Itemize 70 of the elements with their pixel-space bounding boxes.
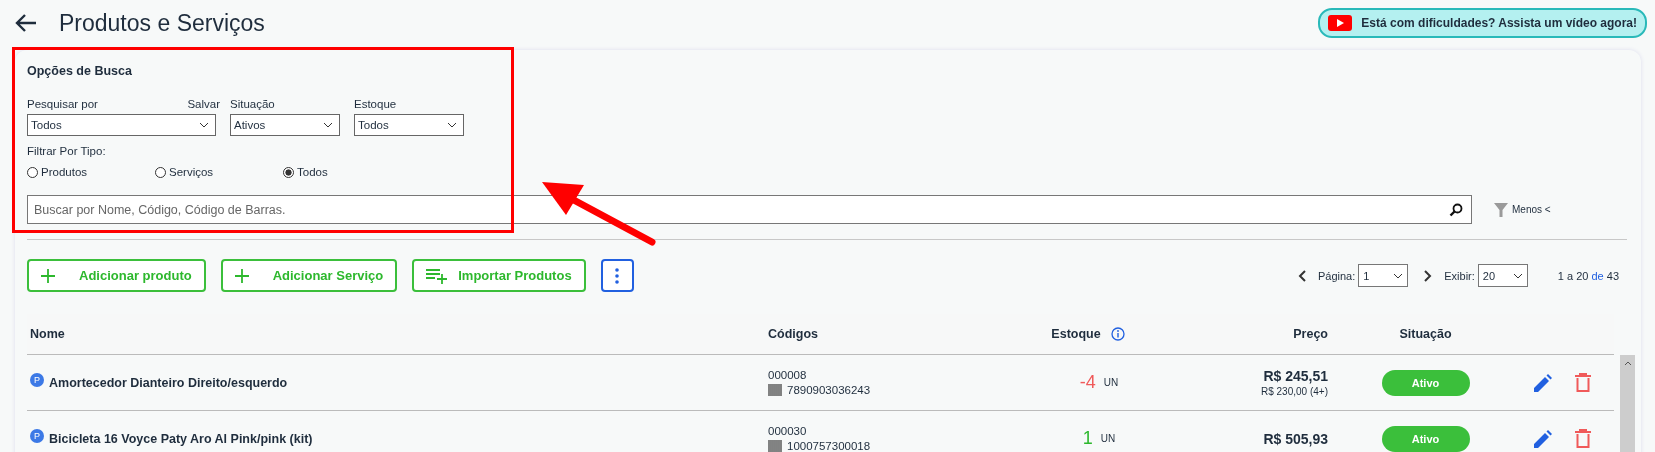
stock-unit: UN: [1100, 433, 1116, 444]
chevron-down-icon: [1512, 272, 1523, 279]
chevron-down-icon: [199, 122, 209, 128]
radio-label[interactable]: Todos: [297, 166, 328, 178]
radio-label[interactable]: Produtos: [41, 166, 88, 178]
next-page-icon[interactable]: [1424, 269, 1433, 282]
radio-button[interactable]: [155, 166, 166, 178]
toggle-filters-link[interactable]: Menos <: [1512, 204, 1551, 215]
help-video-button[interactable]: Está com dificuldades? Assista um vídeo agora!: [1318, 8, 1647, 38]
back-arrow-icon[interactable]: [15, 14, 37, 32]
product-code: 000030: [768, 425, 808, 437]
filter-select[interactable]: Todos: [354, 114, 464, 136]
chevron-down-icon: [1393, 272, 1404, 279]
page-title: Produtos e Serviços: [59, 9, 265, 37]
info-icon[interactable]: [1110, 327, 1125, 341]
price: R$ 245,51: [1263, 368, 1328, 384]
trash-icon[interactable]: [1575, 429, 1591, 448]
product-code: 000008: [768, 369, 808, 381]
price: R$ 505,93: [1263, 430, 1328, 447]
filter-label: Filtrar Por Tipo:: [27, 145, 107, 157]
filter-select[interactable]: Todos: [27, 114, 216, 136]
price-note: R$ 230,00 (4+): [1261, 386, 1328, 397]
save-link[interactable]: Salvar: [187, 98, 220, 110]
trash-icon[interactable]: [1575, 373, 1591, 392]
page-size-select[interactable]: 20: [1477, 264, 1528, 287]
page-range: 1 a 20 de 43: [1557, 269, 1619, 282]
scrollbar[interactable]: [1620, 355, 1635, 452]
more-vertical-icon: [615, 267, 620, 284]
chevron-down-icon: [323, 122, 333, 128]
scroll-up-icon[interactable]: [1623, 361, 1632, 366]
column-header: Nome: [30, 327, 66, 341]
search-icon: [1449, 202, 1463, 217]
column-header: Preço: [1292, 327, 1328, 341]
edit-pencil-icon[interactable]: [1534, 373, 1552, 392]
product-name: Bicicleta 16 Voyce Paty Aro Al Pink/pink (kit): [49, 431, 313, 446]
status-badge: Ativo: [1381, 425, 1470, 452]
radio-label[interactable]: Serviços: [169, 166, 214, 178]
filter-label: Situação: [230, 98, 275, 110]
filter-label: Pesquisar por: [27, 98, 98, 110]
page-select[interactable]: 1: [1358, 264, 1409, 287]
edit-pencil-icon[interactable]: [1534, 429, 1552, 448]
filter-select[interactable]: Ativos: [230, 114, 340, 136]
type-badge: P: [30, 373, 44, 387]
chevron-down-icon: [447, 122, 457, 128]
filter-icon[interactable]: [1494, 201, 1508, 218]
plus-icon: [41, 268, 55, 283]
section-title: Opções de Busca: [27, 64, 133, 78]
stock-quantity: -4: [1079, 372, 1096, 393]
plus-icon: [234, 268, 249, 283]
column-header: Estoque: [1051, 327, 1101, 341]
more-options-button[interactable]: [600, 259, 634, 292]
status-badge: Ativo: [1381, 369, 1470, 396]
play-video-icon: [1328, 15, 1353, 31]
radio-button[interactable]: [27, 166, 38, 178]
barcode-number: 7890903036243: [787, 384, 871, 396]
barcode-number: 1000757300018: [787, 440, 871, 452]
column-header: Situação: [1398, 327, 1453, 341]
radio-button[interactable]: [283, 166, 294, 178]
filter-label: Estoque: [354, 98, 397, 110]
column-header: Códigos: [768, 327, 819, 341]
show-label: Exibir:: [1444, 269, 1475, 282]
stock-quantity: 1: [1082, 428, 1093, 449]
previous-page-icon[interactable]: [1297, 269, 1306, 282]
type-badge: P: [30, 429, 44, 443]
search-field[interactable]: Buscar por Nome, Código, Código de Barras.: [32, 201, 1449, 218]
product-name: Amortecedor Dianteiro Direito/esquerdo: [49, 375, 288, 390]
list-add-icon: [426, 267, 449, 284]
page-label: Página:: [1317, 269, 1356, 282]
search-bar[interactable]: Buscar por Nome, Código, Código de Barras.: [27, 195, 1472, 224]
stock-unit: UN: [1103, 377, 1119, 388]
